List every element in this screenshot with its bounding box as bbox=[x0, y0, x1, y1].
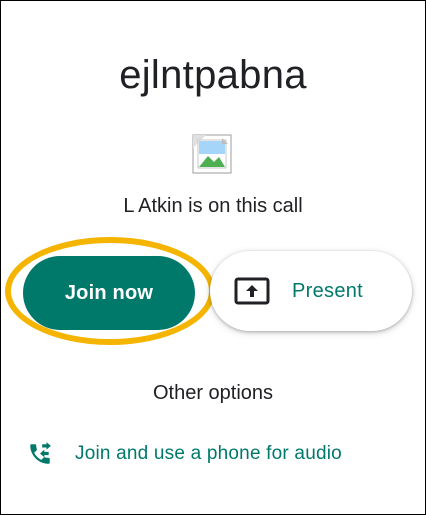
join-now-button[interactable]: Join now bbox=[23, 256, 195, 330]
phone-forwarded-icon bbox=[27, 441, 53, 467]
participants-status: L Atkin is on this call bbox=[123, 195, 303, 217]
meeting-join-panel: ejlntpabna L Atkin is on this call Join … bbox=[0, 0, 426, 515]
broken-image-icon bbox=[192, 134, 232, 174]
present-button[interactable]: Present bbox=[210, 251, 412, 331]
join-phone-audio-label: Join and use a phone for audio bbox=[75, 443, 342, 464]
present-button-label: Present bbox=[292, 279, 364, 302]
join-phone-audio-link[interactable]: Join and use a phone for audio bbox=[27, 439, 342, 469]
meeting-code-title: ejlntpabna bbox=[119, 53, 307, 97]
other-options-heading: Other options bbox=[152, 382, 274, 404]
present-screen-icon bbox=[234, 277, 270, 305]
